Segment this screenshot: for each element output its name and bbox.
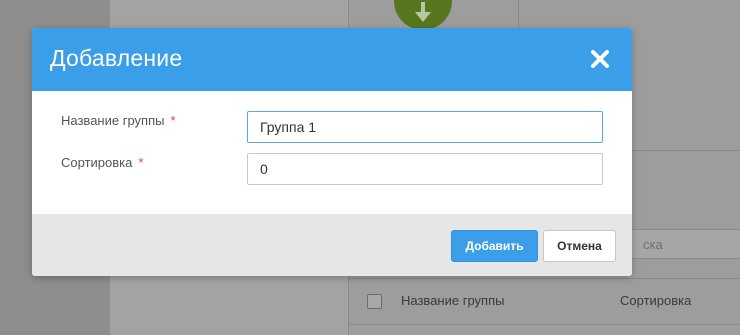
dialog-header: Добавление bbox=[32, 28, 632, 91]
group-name-input[interactable] bbox=[247, 111, 603, 143]
sort-label-text: Сортировка bbox=[61, 155, 133, 170]
dialog-title: Добавление bbox=[50, 45, 183, 71]
group-name-label: Название группы * bbox=[61, 113, 176, 128]
background-column-header: Сортировка bbox=[620, 293, 692, 308]
close-icon[interactable] bbox=[588, 47, 612, 71]
dialog-footer: Добавить Отмена bbox=[32, 214, 632, 276]
sort-label: Сортировка * bbox=[61, 155, 143, 170]
background-divider bbox=[348, 278, 740, 279]
sort-input[interactable] bbox=[247, 153, 603, 185]
add-button[interactable]: Добавить bbox=[451, 230, 538, 262]
background-divider bbox=[348, 324, 740, 325]
dialog-body: Название группы * Сортировка * bbox=[32, 91, 632, 214]
required-mark: * bbox=[170, 113, 176, 128]
background-search-input: ска bbox=[630, 229, 740, 259]
cancel-button[interactable]: Отмена bbox=[543, 230, 616, 262]
add-group-dialog: Добавление Название группы* Сортировка* … bbox=[32, 28, 632, 276]
required-mark: * bbox=[138, 155, 144, 170]
background-select-all-checkbox bbox=[367, 294, 382, 309]
background-column-header: Название группы bbox=[401, 293, 505, 308]
group-name-label-text: Название группы bbox=[61, 113, 165, 128]
